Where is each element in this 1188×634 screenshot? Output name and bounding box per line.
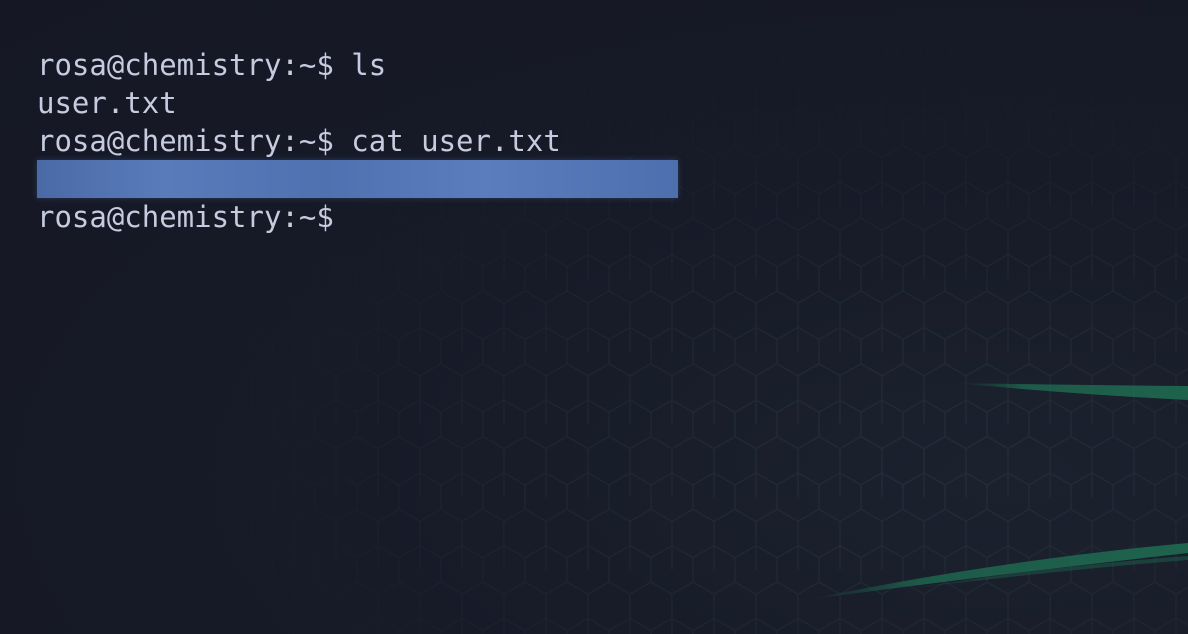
shell-prompt: rosa@chemistry:~$ — [37, 48, 334, 82]
command-output: user.txt — [37, 86, 177, 120]
command-text: cat user.txt — [333, 124, 561, 158]
terminal-output[interactable]: rosa@chemistry:~$ ls user.txt rosa@chemi… — [37, 46, 678, 236]
terminal-line — [37, 160, 678, 198]
terminal-line: rosa@chemistry:~$ cat user.txt — [37, 122, 678, 160]
redacted-flag-output — [37, 160, 678, 198]
shell-prompt: rosa@chemistry:~$ — [37, 124, 334, 158]
terminal-window[interactable]: rosa@chemistry:~$ ls user.txt rosa@chemi… — [0, 0, 1188, 634]
command-text: ls — [333, 48, 387, 82]
terminal-line: rosa@chemistry:~$ ls — [37, 46, 678, 84]
terminal-line-current[interactable]: rosa@chemistry:~$ — [37, 198, 678, 236]
terminal-line: user.txt — [37, 84, 678, 122]
shell-prompt: rosa@chemistry:~$ — [37, 200, 334, 234]
